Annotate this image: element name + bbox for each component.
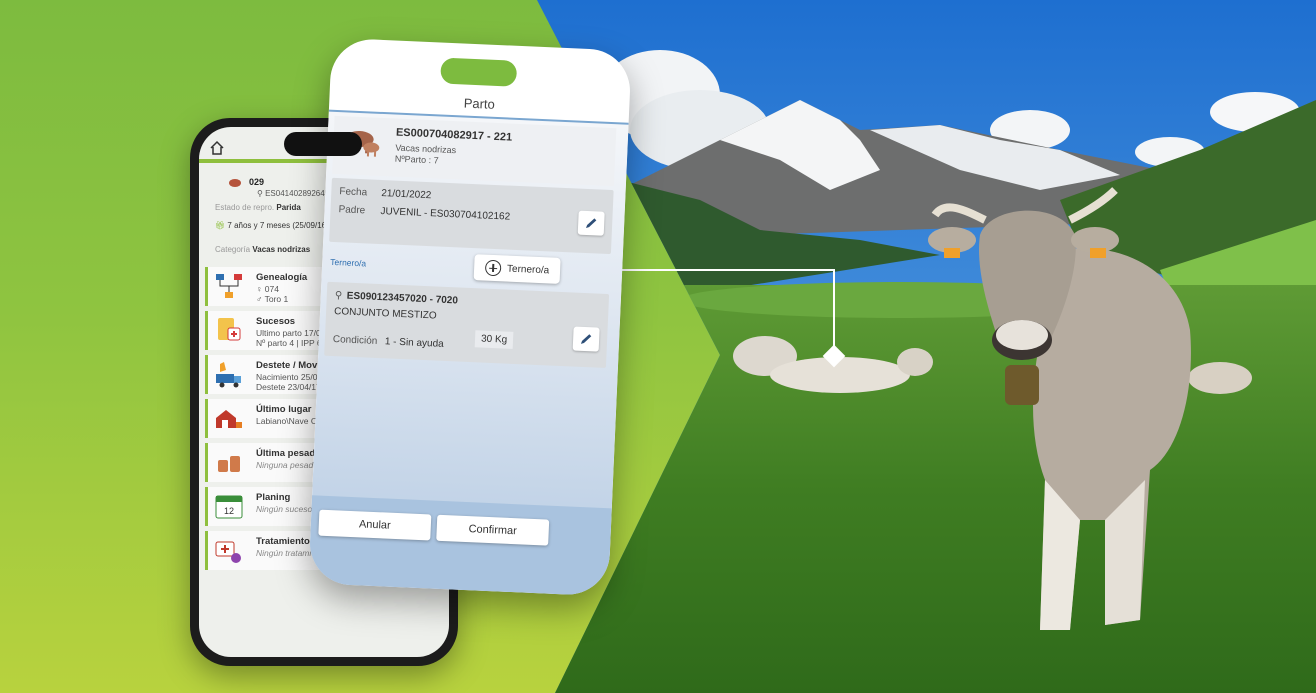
repro-state: Estado de repro. Parida — [215, 203, 301, 212]
calf-breed: CONJUNTO MESTIZO — [333, 306, 437, 322]
repro-value: Parida — [276, 203, 301, 212]
menu-item-title: Último lugar — [256, 404, 312, 415]
pencil-icon — [585, 218, 597, 228]
menu-item-title: Sucesos — [256, 316, 296, 327]
calendar-icon: 12 — [215, 495, 243, 519]
location-pin-icon: ⚲ — [334, 290, 343, 302]
plus-circle-icon — [484, 259, 502, 277]
menu-item-title: Planing — [256, 492, 291, 503]
home-icon[interactable] — [209, 140, 225, 156]
birth-details: Fecha 21/01/2022 Padre JUVENIL - ES03070… — [329, 177, 614, 255]
form-footer: Anular Confirmar — [308, 495, 612, 597]
menu-item-line2: ♂ Toro 1 — [256, 294, 289, 304]
menu-item-line1: ♀ 074 — [256, 284, 279, 294]
add-ternero-button[interactable]: Ternero/a — [473, 254, 561, 284]
animal-category: Categoría Vacas nodrizas — [215, 245, 310, 254]
menu-item-line1: Nacimiento 25/09/ — [256, 372, 325, 382]
menu-item-line1: Ningún tratamie — [256, 548, 317, 558]
medkit-icon — [215, 541, 241, 563]
edit-calf-button[interactable] — [572, 326, 600, 352]
calendar-day: 12 — [224, 506, 234, 516]
menu-item-line1: Labiano\Nave O — [256, 416, 318, 426]
menu-item-title: Tratamientos — [256, 536, 316, 547]
animal-code: ⚲ ES041402892645 — [257, 189, 329, 198]
animal-age: 🎁︎ 7 años y 7 meses (25/09/16) — [215, 221, 329, 230]
menu-item-line2: Destete 23/04/17 — [256, 382, 321, 392]
mother-card: ES000704082917 - 221 Vacas nodrizas NºPa… — [332, 115, 617, 187]
calf-weight: 30 Kg — [474, 330, 514, 349]
phone-notch — [440, 57, 518, 87]
pedigree-icon — [216, 274, 242, 298]
truck-icon — [216, 362, 241, 388]
cancel-button[interactable]: Anular — [318, 509, 432, 541]
menu-item-line1: Ningún suceso — [256, 504, 313, 514]
add-ternero-label: Ternero/a — [506, 263, 550, 276]
menu-item-line1: Ninguna pesad — [256, 460, 314, 470]
ternero-section-label: Ternero/a — [330, 256, 367, 269]
edit-birth-button[interactable] — [577, 210, 605, 236]
condition-value: 1 - Sin ayuda — [384, 336, 444, 350]
padre-label: Padre — [338, 204, 366, 217]
animal-code-text: ES041402892645 — [265, 189, 330, 198]
menu-item-title: Última pesada — [256, 448, 321, 459]
animal-id: 029 — [249, 177, 265, 187]
front-phone: Parto ES000704082917 - 221 Vacas nodriza… — [308, 37, 632, 597]
farm-icon — [216, 410, 242, 428]
calf-code: ES090123457020 - 7020 — [346, 290, 459, 307]
location-pin-icon: ⚲ — [257, 189, 266, 198]
weight-icon — [218, 456, 240, 472]
age-text: 7 años y 7 meses (25/09/16) — [227, 221, 329, 230]
condition-label: Condición — [332, 334, 378, 347]
mother-code: ES000704082917 - 221 — [395, 126, 513, 144]
category-value: Vacas nodrizas — [252, 245, 311, 254]
cow-icon — [229, 179, 241, 187]
calf-card[interactable]: ⚲ ES090123457020 - 7020 CONJUNTO MESTIZO… — [324, 281, 610, 368]
mother-parto-count: NºParto : 7 — [394, 153, 439, 166]
events-icon — [218, 318, 241, 341]
menu-item-title: Genealogía — [256, 272, 308, 283]
padre-value: JUVENIL - ES030704102162 — [380, 206, 511, 223]
fecha-label: Fecha — [339, 186, 368, 199]
gift-icon: 🎁︎ — [215, 221, 226, 230]
confirm-button[interactable]: Confirmar — [436, 514, 550, 546]
pencil-icon — [580, 334, 592, 344]
parto-form: ES000704082917 - 221 Vacas nodrizas NºPa… — [308, 109, 629, 597]
repro-label: Estado de repro. — [215, 203, 275, 212]
fecha-value: 21/01/2022 — [381, 188, 432, 202]
category-label: Categoría — [215, 245, 251, 254]
phone-notch — [284, 132, 362, 156]
